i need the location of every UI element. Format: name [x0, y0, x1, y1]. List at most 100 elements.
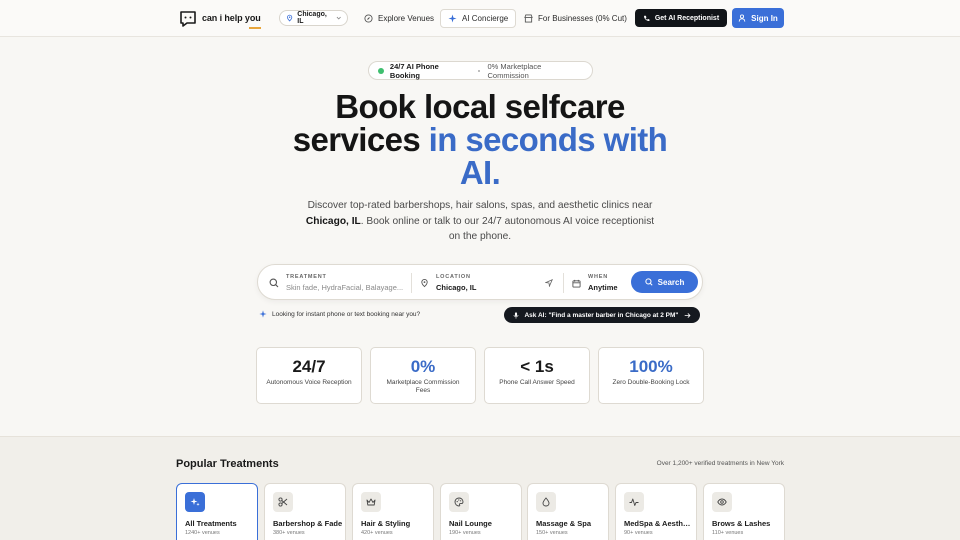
map-pin-icon — [287, 14, 293, 22]
hero-title-line2-accent: in seconds with — [428, 121, 668, 158]
location-label: LOCATION — [436, 274, 471, 280]
search-bar: TREATMENT Skin fade, HydraFacial, Balaya… — [257, 264, 703, 300]
treatment-card-hair[interactable]: Hair & Styling 420+ venues — [352, 483, 434, 540]
sign-in-label: Sign In — [751, 13, 778, 23]
sparkle-icon — [448, 14, 457, 23]
treatment-label: TREATMENT — [286, 274, 327, 280]
chevron-down-icon — [336, 16, 341, 20]
stat-value: < 1s — [520, 357, 554, 376]
scissors-icon — [278, 497, 288, 507]
card-count: 420+ venues — [361, 530, 393, 536]
drop-icon — [542, 497, 550, 507]
nav-explore-venues-label: Explore Venues — [378, 14, 435, 23]
stat-value: 24/7 — [292, 357, 326, 376]
hero-title-line2-plain: services — [292, 121, 429, 158]
stat-label: Marketplace Commission Fees — [386, 379, 460, 394]
card-name: Nail Lounge — [449, 519, 492, 528]
hero-title: Book local selfcare services in seconds … — [280, 90, 680, 189]
ask-ai-button[interactable]: Ask AI: "Find a master barber in Chicago… — [504, 307, 700, 323]
badge-primary: 24/7 AI Phone Booking — [389, 61, 439, 80]
popular-treatments-section: Popular Treatments Over 1,200+ verified … — [0, 436, 960, 540]
stat-card: < 1s Phone Call Answer Speed — [484, 347, 590, 404]
logo-underline — [248, 27, 261, 29]
card-icon-wrap — [624, 492, 644, 512]
card-count: 380+ venues — [273, 530, 305, 536]
calendar-icon — [572, 279, 581, 288]
stat-value: 100% — [629, 357, 673, 376]
card-name: All Treatments — [185, 519, 237, 528]
sparkle-icon — [259, 310, 267, 318]
palette-icon — [454, 497, 464, 507]
nav-for-businesses-label: For Businesses (0% Cut) — [538, 14, 627, 23]
nav-ai-concierge-label: AI Concierge — [462, 14, 509, 23]
compass-icon — [364, 14, 373, 23]
location-selector-value: Chicago, IL — [297, 11, 327, 25]
booking-hint: Looking for instant phone or text bookin… — [259, 310, 420, 318]
hero-badge: 24/7 AI Phone Booking 0% Marketplace Com… — [368, 61, 593, 80]
treatment-input[interactable]: Skin fade, HydraFacial, Balayage... — [286, 283, 403, 292]
section-note: Over 1,200+ verified treatments in New Y… — [656, 460, 784, 467]
sign-in-button[interactable]: Sign In — [732, 8, 784, 28]
stat-label: Zero Double-Booking Lock — [612, 379, 690, 386]
hero-subtitle: Discover top-rated barbershops, hair sal… — [300, 198, 660, 245]
logo[interactable]: can i help you — [178, 8, 261, 29]
nav-for-businesses[interactable]: For Businesses (0% Cut) — [517, 9, 634, 28]
when-input[interactable]: Anytime — [588, 283, 618, 292]
treatment-card-massage[interactable]: Massage & Spa 150+ venues — [527, 483, 609, 540]
top-nav: can i help you Chicago, IL Explore Venue… — [0, 0, 960, 37]
stat-card: 24/7 Autonomous Voice Reception — [256, 347, 362, 404]
card-count: 190+ venues — [449, 530, 481, 536]
hero-subtitle-pre: Discover top-rated barbershops, hair sal… — [307, 200, 653, 211]
treatment-card-brows[interactable]: Brows & Lashes 110+ venues — [703, 483, 785, 540]
card-count: 90+ venues — [624, 530, 653, 536]
location-field[interactable]: LOCATION Chicago, IL — [420, 265, 555, 301]
nav-explore-venues[interactable]: Explore Venues — [357, 9, 441, 28]
stat-label: Phone Call Answer Speed — [499, 379, 575, 386]
treatment-card-all[interactable]: All Treatments 1240+ venues — [176, 483, 258, 540]
user-icon — [738, 14, 746, 22]
location-selector[interactable]: Chicago, IL — [279, 10, 348, 26]
badge-secondary: 0% Marketplace Commission — [487, 61, 542, 80]
search-divider — [563, 273, 564, 293]
phone-icon — [643, 15, 650, 21]
booking-hint-text: Looking for instant phone or text bookin… — [272, 310, 421, 318]
logo-text: can i help you — [202, 13, 261, 23]
nav-ai-concierge[interactable]: AI Concierge — [440, 9, 517, 28]
live-dot-icon — [378, 67, 384, 74]
when-label: WHEN — [588, 274, 609, 280]
location-input[interactable]: Chicago, IL — [436, 283, 476, 292]
microphone-icon — [514, 311, 519, 319]
treatment-field[interactable]: TREATMENT Skin fade, HydraFacial, Balaya… — [269, 265, 409, 301]
navigation-arrow-icon — [545, 279, 553, 287]
card-name: Massage & Spa — [536, 519, 592, 528]
card-count: 150+ venues — [536, 530, 568, 536]
when-field[interactable]: WHEN Anytime — [572, 265, 630, 301]
search-divider — [411, 273, 412, 293]
use-my-location-button[interactable] — [545, 265, 557, 301]
store-icon — [524, 14, 533, 23]
hero-subtitle-city: Chicago, IL — [305, 215, 361, 227]
hero-subtitle-post: . Book online or talk to our 24/7 autono… — [360, 215, 655, 243]
card-icon-wrap — [361, 492, 381, 512]
stat-card: 0% Marketplace Commission Fees — [370, 347, 476, 404]
ask-ai-label: Ask AI: "Find a master barber in Chicago… — [524, 311, 679, 319]
card-icon-wrap — [273, 492, 293, 512]
hero-title-line3-accent: AI. — [459, 154, 501, 191]
sparkle-icon — [190, 498, 200, 506]
search-icon — [645, 278, 653, 286]
card-name: Hair & Styling — [361, 519, 411, 528]
stat-card: 100% Zero Double-Booking Lock — [598, 347, 704, 404]
treatment-card-nails[interactable]: Nail Lounge 190+ venues — [440, 483, 522, 540]
card-icon-wrap — [185, 492, 205, 512]
card-name: Barbershop & Fade — [273, 519, 343, 528]
card-icon-wrap — [712, 492, 732, 512]
get-ai-receptionist-button[interactable]: Get AI Receptionist — [635, 9, 727, 27]
search-button[interactable]: Search — [631, 271, 698, 293]
pulse-icon — [629, 498, 639, 506]
card-name: MedSpa & Aesthetics — [624, 519, 694, 528]
treatment-card-barbershop[interactable]: Barbershop & Fade 380+ venues — [264, 483, 346, 540]
treatment-card-medspa[interactable]: MedSpa & Aesthetics 90+ venues — [615, 483, 697, 540]
search-button-label: Search — [657, 277, 685, 287]
card-name: Brows & Lashes — [712, 519, 771, 528]
stat-value: 0% — [410, 357, 436, 376]
